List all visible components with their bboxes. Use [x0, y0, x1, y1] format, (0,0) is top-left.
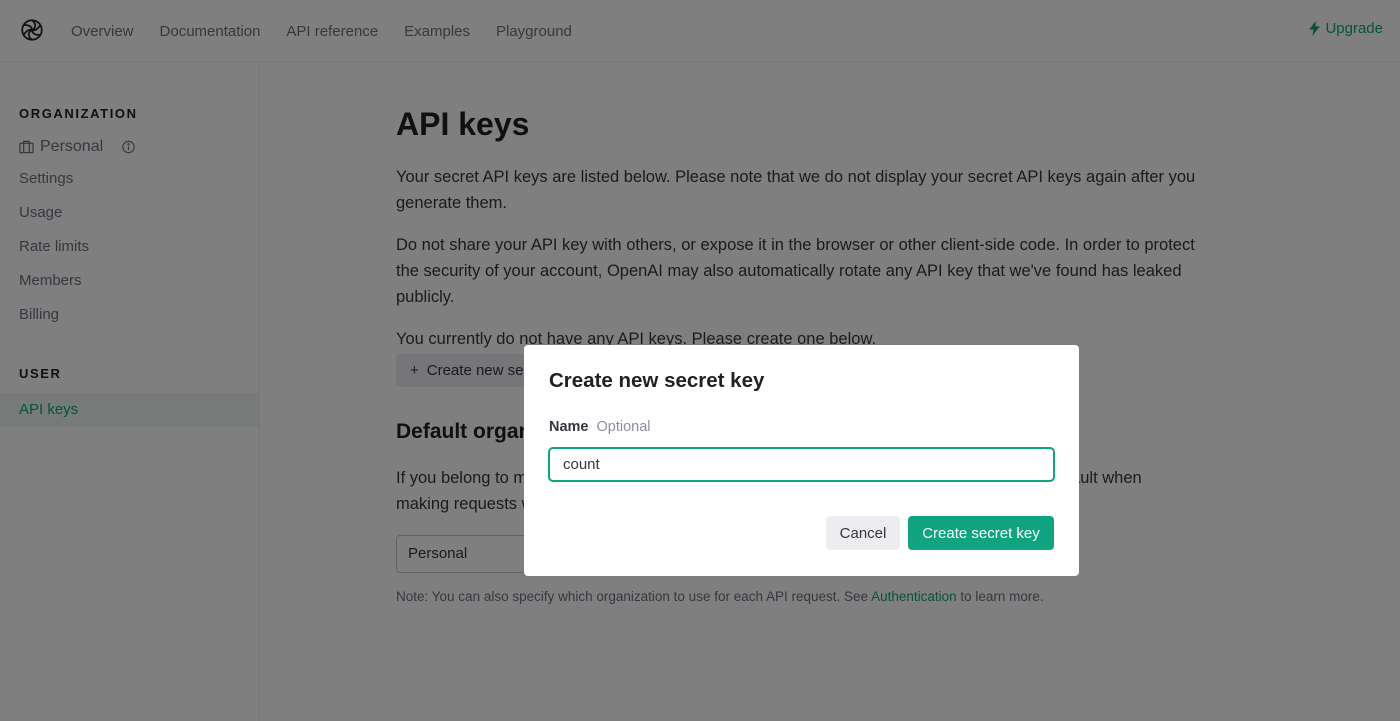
name-field-label: Name Optional [549, 419, 651, 435]
create-secret-key-dialog: Create new secret key Name Optional Canc… [524, 345, 1079, 576]
create-secret-key-button[interactable]: Create secret key [908, 516, 1054, 550]
dialog-title: Create new secret key [549, 369, 765, 392]
name-label: Name [549, 419, 589, 435]
cancel-button[interactable]: Cancel [826, 516, 900, 550]
optional-hint: Optional [596, 419, 651, 435]
key-name-input[interactable] [548, 447, 1055, 482]
